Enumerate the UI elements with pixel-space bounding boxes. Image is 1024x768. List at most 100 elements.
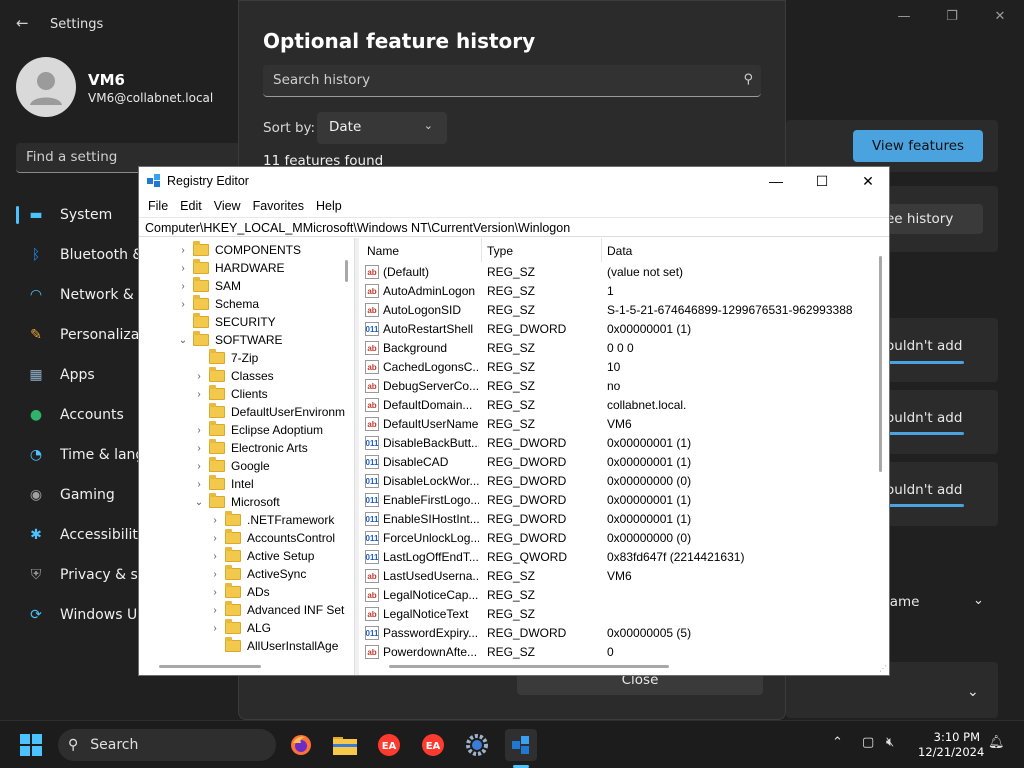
tree-node[interactable]: › ADs <box>209 583 270 601</box>
tree-vertical-scrollbar[interactable] <box>342 238 352 656</box>
ea-icon[interactable]: EA <box>417 729 449 761</box>
tree-node[interactable]: › Active Setup <box>209 547 314 565</box>
taskbar-search[interactable]: ⚲ Search <box>58 729 276 761</box>
chevron-right-icon[interactable]: › <box>193 425 205 436</box>
tree-node[interactable]: › .NETFramework <box>209 511 334 529</box>
registry-value-row[interactable]: ab LegalNoticeText REG_SZ <box>359 605 879 624</box>
back-arrow-icon[interactable]: ← <box>16 14 29 32</box>
chevron-right-icon[interactable]: › <box>177 263 189 274</box>
registry-value-row[interactable]: ab LastUsedUserna... REG_SZ VM6 <box>359 567 879 586</box>
avatar[interactable] <box>16 57 76 117</box>
registry-value-row[interactable]: ab DefaultDomain... REG_SZ collabnet.local. <box>359 396 879 415</box>
firefox-icon[interactable] <box>285 729 317 761</box>
tree-node[interactable]: › Intel <box>193 475 254 493</box>
tree-node[interactable]: › AccountsControl <box>209 529 335 547</box>
tree-node[interactable]: › Eclipse Adoptium <box>193 421 323 439</box>
column-header-name[interactable]: Name <box>367 244 399 258</box>
registry-value-row[interactable]: ab DebugServerCo... REG_SZ no <box>359 377 879 396</box>
chevron-down-icon[interactable]: ⌄ <box>177 335 189 346</box>
tree-node[interactable]: › Electronic Arts <box>193 439 308 457</box>
tree-node[interactable]: › ActiveSync <box>209 565 306 583</box>
maximize-icon[interactable]: ☐ <box>799 171 845 191</box>
tree-node[interactable]: › Classes <box>193 367 274 385</box>
tree-node[interactable]: ⌄ SOFTWARE <box>177 331 283 349</box>
tree-horizontal-scrollbar[interactable] <box>159 665 261 668</box>
registry-value-row[interactable]: ab LegalNoticeCap... REG_SZ <box>359 586 879 605</box>
chevron-right-icon[interactable]: › <box>209 587 221 598</box>
tree-node[interactable]: ⌄ Microsoft <box>193 493 280 511</box>
chevron-right-icon[interactable]: › <box>193 461 205 472</box>
chevron-right-icon[interactable]: › <box>209 569 221 580</box>
tree-node[interactable]: 7-Zip <box>193 349 258 367</box>
tree-node[interactable]: SECURITY <box>177 313 276 331</box>
tree-node[interactable]: AllUserInstallAge <box>209 637 338 655</box>
ea-icon[interactable]: EA <box>373 729 405 761</box>
column-header-type[interactable]: Type <box>487 244 513 258</box>
menu-item[interactable]: Help <box>310 199 348 213</box>
chevron-down-icon[interactable]: ⌄ <box>193 497 205 508</box>
registry-value-row[interactable]: 011 DisableCAD REG_DWORD 0x00000001 (1) <box>359 453 879 472</box>
regedit-icon[interactable] <box>505 729 537 761</box>
chevron-right-icon[interactable]: › <box>193 389 205 400</box>
close-icon[interactable]: ✕ <box>845 171 891 191</box>
chevron-right-icon[interactable]: › <box>177 299 189 310</box>
maximize-icon[interactable]: ❐ <box>928 6 976 26</box>
registry-value-row[interactable]: ab AutoAdminLogon REG_SZ 1 <box>359 282 879 301</box>
values-horizontal-scrollbar[interactable] <box>389 665 669 668</box>
column-separator[interactable] <box>601 238 602 262</box>
column-header-data[interactable]: Data <box>607 244 632 258</box>
registry-value-row[interactable]: ab AutoLogonSID REG_SZ S-1-5-21-674646899-1… <box>359 301 879 320</box>
registry-value-row[interactable]: ab CachedLogonsC... REG_SZ 10 <box>359 358 879 377</box>
minimize-icon[interactable]: — <box>880 6 928 26</box>
view-features-button[interactable]: View features <box>853 130 983 162</box>
menu-item[interactable]: File <box>142 199 174 213</box>
settings-gear-icon[interactable] <box>461 729 493 761</box>
registry-value-row[interactable]: 011 PasswordExpiry... REG_DWORD 0x00000005 … <box>359 624 879 643</box>
volume-muted-icon[interactable]: 🔇︎ <box>886 735 894 750</box>
chevron-right-icon[interactable]: › <box>209 605 221 616</box>
registry-value-row[interactable]: 011 LastLogOffEndT... REG_QWORD 0x83fd647f … <box>359 548 879 567</box>
tree-node[interactable]: › HARDWARE <box>177 259 285 277</box>
resize-grip-icon[interactable]: ⋰ <box>879 664 887 673</box>
column-separator[interactable] <box>481 238 482 262</box>
registry-value-row[interactable]: 011 EnableSIHostInt... REG_DWORD 0x00000001… <box>359 510 879 529</box>
registry-editor-titlebar[interactable]: Registry Editor — ☐ ✕ <box>139 167 889 195</box>
chevron-down-icon[interactable]: ⌄ <box>973 593 984 608</box>
registry-value-row[interactable]: ab DefaultUserName REG_SZ VM6 <box>359 415 879 434</box>
sort-name-label[interactable]: lame <box>886 594 919 610</box>
start-button[interactable] <box>20 734 42 756</box>
registry-value-row[interactable]: ab Background REG_SZ 0 0 0 <box>359 339 879 358</box>
file-explorer-icon[interactable] <box>329 729 361 761</box>
tree-node[interactable]: DefaultUserEnvironm <box>193 403 345 421</box>
network-icon[interactable]: ▢ <box>862 735 874 750</box>
tree-node[interactable]: › Clients <box>193 385 268 403</box>
chevron-right-icon[interactable]: › <box>177 281 189 292</box>
tree-node[interactable]: › Google <box>193 457 270 475</box>
chevron-right-icon[interactable]: › <box>209 515 221 526</box>
notification-bell-icon[interactable]: 🔔︎ <box>988 735 1005 750</box>
menu-item[interactable]: Favorites <box>247 199 310 213</box>
menu-item[interactable]: View <box>208 199 247 213</box>
search-history-input[interactable]: Search history ⚲ <box>263 65 761 97</box>
address-bar[interactable]: Computer\HKEY_LOCAL_MMicrosoft\Windows N… <box>139 217 889 237</box>
registry-value-row[interactable]: 011 EnableFirstLogo... REG_DWORD 0x00000001… <box>359 491 879 510</box>
chevron-right-icon[interactable]: › <box>193 371 205 382</box>
tree-scroll-thumb[interactable] <box>345 260 348 282</box>
close-icon[interactable]: ✕ <box>976 6 1024 26</box>
chevron-right-icon[interactable]: › <box>209 533 221 544</box>
tree-node[interactable]: › ALG <box>209 619 271 637</box>
chevron-right-icon[interactable]: › <box>209 551 221 562</box>
chevron-right-icon[interactable]: › <box>209 623 221 634</box>
tree-node[interactable]: › SAM <box>177 277 241 295</box>
system-clock[interactable]: 3:10 PM 12/21/2024 <box>918 730 984 760</box>
tree-node[interactable]: › COMPONENTS <box>177 241 301 259</box>
values-vertical-scrollbar[interactable] <box>879 256 882 472</box>
sort-by-select[interactable]: Date ⌄ <box>317 112 447 144</box>
menu-item[interactable]: Edit <box>174 199 208 213</box>
tree-node[interactable]: › Schema <box>177 295 259 313</box>
expand-chevron-icon[interactable]: ⌄ <box>967 684 979 700</box>
chevron-right-icon[interactable]: › <box>193 479 205 490</box>
tree-node[interactable]: › Advanced INF Set <box>209 601 344 619</box>
registry-value-row[interactable]: 011 ForceUnlockLog... REG_DWORD 0x00000000 … <box>359 529 879 548</box>
registry-value-row[interactable]: ab PowerdownAfte... REG_SZ 0 <box>359 643 879 662</box>
